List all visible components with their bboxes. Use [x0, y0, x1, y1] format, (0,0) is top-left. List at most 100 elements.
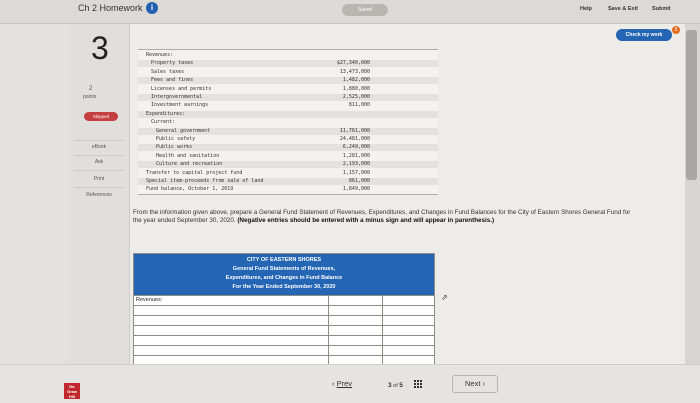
worksheet-amount-cell[interactable] [328, 336, 382, 345]
data-row-label: Expenditures: [146, 110, 186, 117]
submit-button[interactable]: Submit [652, 6, 671, 12]
data-row: Expenditures: [138, 110, 438, 118]
next-button[interactable]: Next › [452, 375, 498, 393]
data-row-label: Current: [151, 119, 176, 126]
data-row-value: 6,249,000 [342, 144, 370, 151]
assignment-title: Ch 2 Homework [78, 3, 143, 13]
data-row-value: 1,880,000 [342, 85, 370, 92]
data-row: Licenses and permits 1,880,000 [138, 86, 438, 93]
data-row: Investment earnings 811,000 [138, 102, 438, 109]
data-row-value: 11,761,000 [339, 127, 370, 134]
given-data-table: Revenues: Property taxes $27,340,000 Sales … [138, 49, 438, 195]
worksheet-row[interactable] [134, 345, 434, 355]
data-row-value: 1,482,000 [342, 77, 370, 84]
data-row-value: 1,281,000 [342, 152, 370, 159]
data-row-value: 24,481,000 [339, 136, 370, 142]
data-row-value: 2,525,000 [342, 94, 370, 100]
grid-icon[interactable] [414, 380, 423, 389]
data-row-label: Property taxes [151, 60, 194, 67]
data-row: Transfer to capital project fund 1,157,00… [138, 170, 438, 177]
chevron-right-icon: › [480, 379, 485, 388]
worksheet-header: CITY OF EASTERN SHORES General Fund Stat… [134, 254, 434, 295]
worksheet-total-cell[interactable] [382, 316, 434, 325]
sidebar-divider [74, 155, 124, 156]
data-row-label: Health and sanitation [156, 152, 220, 159]
worksheet-header-line: General Fund Statements of Revenues, [232, 266, 336, 272]
data-row: Public safety 24,481,000 [138, 136, 438, 143]
worksheet-header-line: CITY OF EASTERN SHORES [246, 257, 322, 263]
scrollbar-thumb[interactable] [686, 30, 697, 180]
check-count-badge: 6 [672, 26, 680, 34]
sidebar-item-print[interactable]: Print [70, 176, 128, 182]
worksheet-row[interactable] [134, 335, 434, 345]
data-row-value: $27,340,000 [336, 60, 370, 67]
data-row-label: Public safety [156, 136, 196, 142]
data-row-value: 1,849,000 [342, 186, 370, 193]
worksheet-amount-cell[interactable] [328, 316, 382, 325]
data-row-label: Public works [156, 144, 193, 151]
data-row: Revenues: [138, 52, 438, 59]
data-row-label: Culture and recreation [156, 161, 223, 168]
worksheet-amount-cell[interactable] [328, 326, 382, 335]
next-label: Next [464, 379, 481, 388]
worksheet-row[interactable] [134, 315, 434, 325]
worksheet-amount-cell[interactable] [328, 306, 382, 315]
worksheet-row[interactable] [134, 305, 434, 315]
worksheet-rows: Revenues: [134, 295, 434, 365]
worksheet-row-label[interactable]: Revenues: [136, 297, 162, 303]
data-row: Special item-proceeds from sale of land 8… [138, 178, 438, 185]
question-number: 3 [91, 30, 109, 66]
answer-worksheet: CITY OF EASTERN SHORES General Fund Stat… [133, 253, 435, 366]
save-exit-button[interactable]: Save & Exit [608, 6, 638, 12]
worksheet-total-cell[interactable] [382, 346, 434, 355]
prev-button[interactable]: ‹ Prev [332, 379, 372, 393]
prev-label: Prev [336, 379, 353, 388]
data-row-label: Licenses and permits [151, 85, 212, 92]
data-row: General government 11,761,000 [138, 127, 438, 135]
data-row-label: Investment earnings [151, 102, 209, 109]
data-row-value: 2,193,000 [342, 161, 370, 168]
sidebar-item-ask[interactable]: Ask [70, 159, 128, 165]
data-row-label: Sales taxes [151, 68, 185, 75]
sidebar-divider [74, 140, 124, 141]
data-row-label: Fees and fines [151, 77, 194, 84]
instructions-note: (Negative entries should be entered with… [237, 217, 495, 224]
data-row-label: General government [156, 127, 211, 134]
help-button[interactable]: Help [580, 6, 592, 12]
data-row-value: 861,000 [348, 178, 370, 184]
worksheet-amount-cell[interactable] [328, 346, 382, 355]
mouse-cursor-icon: ⇗ [441, 293, 448, 302]
data-row: Current: [138, 119, 438, 126]
data-row-label: Intergovernmental [151, 94, 203, 100]
mcgraw-hill-logo: Mc Graw Hill [64, 383, 80, 399]
data-row-value: 811,000 [348, 102, 370, 109]
worksheet-row[interactable]: Revenues: [134, 295, 434, 305]
worksheet-total-cell[interactable] [382, 306, 434, 315]
data-row-value: 1,157,000 [342, 169, 370, 176]
worksheet-row[interactable] [134, 325, 434, 335]
instructions: From the information given above, prepar… [133, 209, 633, 225]
skipped-badge: Skipped [84, 112, 118, 121]
data-row-label: Transfer to capital project fund [146, 169, 243, 176]
worksheet-total-cell[interactable] [382, 326, 434, 335]
worksheet-header-line: For the Year Ended September 30, 2020 [232, 284, 336, 290]
saved-status: Saved [342, 4, 388, 16]
worksheet-amount-cell[interactable] [328, 296, 382, 305]
worksheet-total-cell[interactable] [382, 336, 434, 345]
points-value: 2 [89, 86, 93, 92]
page-of: of [393, 383, 398, 389]
sidebar-divider [74, 187, 124, 188]
worksheet-total-cell[interactable] [382, 296, 434, 305]
data-row: Property taxes $27,340,000 [138, 60, 438, 68]
data-row-label: Fund balance, October 1, 2019 [146, 186, 234, 193]
sidebar-item-references[interactable]: References [70, 192, 128, 198]
sidebar-item-ebook[interactable]: eBook [70, 144, 128, 150]
data-row: Fund balance, October 1, 2019 1,849,000 [138, 186, 438, 193]
info-icon[interactable]: i [146, 2, 158, 14]
check-my-work-button[interactable]: Check my work [616, 29, 672, 41]
page-current: 3 [388, 382, 392, 389]
data-row: Health and sanitation 1,281,000 [138, 153, 438, 160]
data-row: Public works 6,249,000 [138, 144, 438, 152]
points-label: points [83, 94, 97, 100]
data-row-label: Revenues: [146, 52, 174, 58]
